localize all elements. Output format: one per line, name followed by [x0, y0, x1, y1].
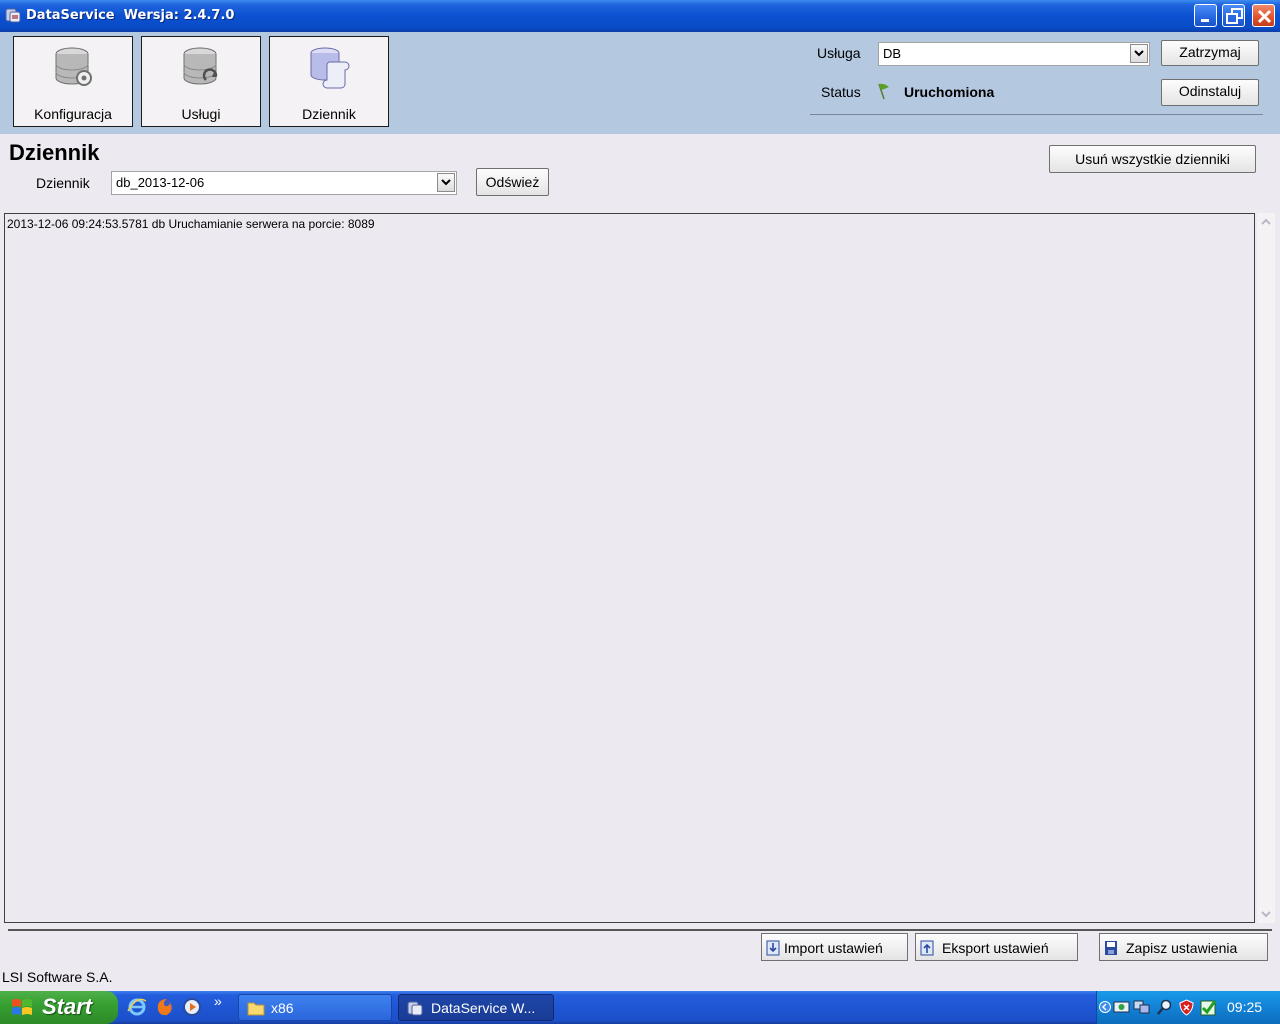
- firefox-icon[interactable]: [155, 997, 175, 1017]
- import-settings-label: Import ustawień: [784, 940, 883, 956]
- restore-icon: [1226, 8, 1243, 24]
- vertical-scrollbar[interactable]: [1257, 213, 1275, 923]
- chevron-down-icon: [1261, 911, 1271, 918]
- import-settings-button[interactable]: Import ustawień: [761, 933, 908, 961]
- taskbar-item-x86[interactable]: x86: [238, 994, 392, 1021]
- internet-explorer-icon[interactable]: [127, 997, 147, 1017]
- app-icon: [407, 1001, 423, 1016]
- chevron-down-icon: [1134, 50, 1144, 57]
- database-refresh-icon: [183, 47, 218, 85]
- service-label: Usługa: [817, 45, 861, 61]
- media-player-icon[interactable]: [182, 997, 202, 1017]
- delete-all-logs-button[interactable]: Usuń wszystkie dzienniki: [1049, 145, 1256, 173]
- service-select[interactable]: DB: [878, 42, 1150, 66]
- export-settings-button[interactable]: Eksport ustawień: [915, 933, 1078, 961]
- title-bar[interactable]: DataService Wersja: 2.4.7.0: [0, 0, 1280, 32]
- header-panel: Konfiguracja Usługi Dziennik Usługa DB Z…: [0, 32, 1280, 134]
- company-name: LSI Software S.A.: [2, 969, 113, 985]
- taskbar-item-dataservice-label: DataService W...: [431, 1000, 536, 1016]
- refresh-button[interactable]: Odśwież: [476, 168, 549, 196]
- nav-dziennik-label: Dziennik: [302, 106, 356, 122]
- log-dropdown-button[interactable]: [437, 173, 455, 192]
- log-select[interactable]: db_2013-12-06: [111, 171, 457, 195]
- nav-konfiguracja-button[interactable]: Konfiguracja: [13, 36, 133, 127]
- chevron-up-icon: [1261, 218, 1271, 225]
- service-select-value: DB: [883, 46, 902, 61]
- import-icon: [766, 940, 780, 956]
- start-label: Start: [42, 994, 93, 1019]
- log-textarea[interactable]: 2013-12-06 09:24:53.5781 db Uruchamianie…: [4, 213, 1255, 923]
- app-icon: [5, 8, 21, 23]
- log-line: 2013-12-06 09:24:53.5781 db Uruchamianie…: [7, 217, 375, 231]
- network-icon[interactable]: [1113, 999, 1130, 1016]
- nav-uslugi-button[interactable]: Usługi: [141, 36, 261, 127]
- taskbar: Start » x86 DataService W... 09:25: [0, 991, 1280, 1024]
- log-select-label: Dziennik: [36, 175, 90, 191]
- taskbar-item-dataservice[interactable]: DataService W...: [398, 994, 554, 1021]
- chevron-down-icon: [441, 179, 451, 186]
- windows-logo-icon: [12, 999, 32, 1015]
- save-settings-label: Zapisz ustawienia: [1126, 940, 1238, 956]
- nav-dziennik-button[interactable]: Dziennik: [269, 36, 389, 127]
- minimize-icon: [1201, 19, 1209, 22]
- status-label: Status: [821, 84, 861, 100]
- footer-divider: [8, 929, 1272, 931]
- save-settings-button[interactable]: Zapisz ustawienia: [1099, 933, 1268, 961]
- scroll-down-button[interactable]: [1257, 905, 1275, 923]
- close-icon: [1257, 9, 1272, 24]
- nav-konfiguracja-label: Konfiguracja: [34, 106, 112, 122]
- minimize-button[interactable]: [1194, 4, 1217, 27]
- header-divider: [810, 114, 1263, 115]
- export-settings-label: Eksport ustawień: [942, 940, 1049, 956]
- page-title: Dziennik: [9, 140, 100, 165]
- scroll-up-button[interactable]: [1257, 213, 1275, 231]
- folder-icon: [247, 1002, 265, 1016]
- floppy-disk-icon: [1105, 941, 1117, 955]
- checkmark-icon[interactable]: [1200, 999, 1217, 1016]
- search-icon[interactable]: [1156, 999, 1173, 1016]
- restore-button[interactable]: [1222, 4, 1245, 27]
- log-select-value: db_2013-12-06: [116, 175, 205, 190]
- tray-expand-icon[interactable]: [1099, 1000, 1111, 1014]
- stop-service-button[interactable]: Zatrzymaj: [1161, 40, 1259, 66]
- shield-icon[interactable]: [1178, 999, 1195, 1016]
- clock: 09:25: [1227, 999, 1263, 1015]
- nav-uslugi-label: Usługi: [181, 106, 221, 122]
- start-button[interactable]: Start: [0, 991, 118, 1024]
- quicklaunch-overflow-button[interactable]: »: [214, 993, 222, 1009]
- flag-icon: [878, 83, 889, 100]
- database-scroll-icon: [310, 47, 350, 89]
- service-dropdown-button[interactable]: [1130, 44, 1148, 63]
- window-title: DataService Wersja: 2.4.7.0: [26, 8, 235, 23]
- display-icon[interactable]: [1133, 999, 1150, 1016]
- database-gear-icon: [55, 47, 92, 86]
- close-button[interactable]: [1252, 4, 1275, 27]
- export-icon: [920, 940, 934, 956]
- uninstall-button[interactable]: Odinstaluj: [1161, 79, 1259, 106]
- status-value: Uruchomiona: [904, 84, 995, 100]
- taskbar-item-x86-label: x86: [271, 1000, 294, 1016]
